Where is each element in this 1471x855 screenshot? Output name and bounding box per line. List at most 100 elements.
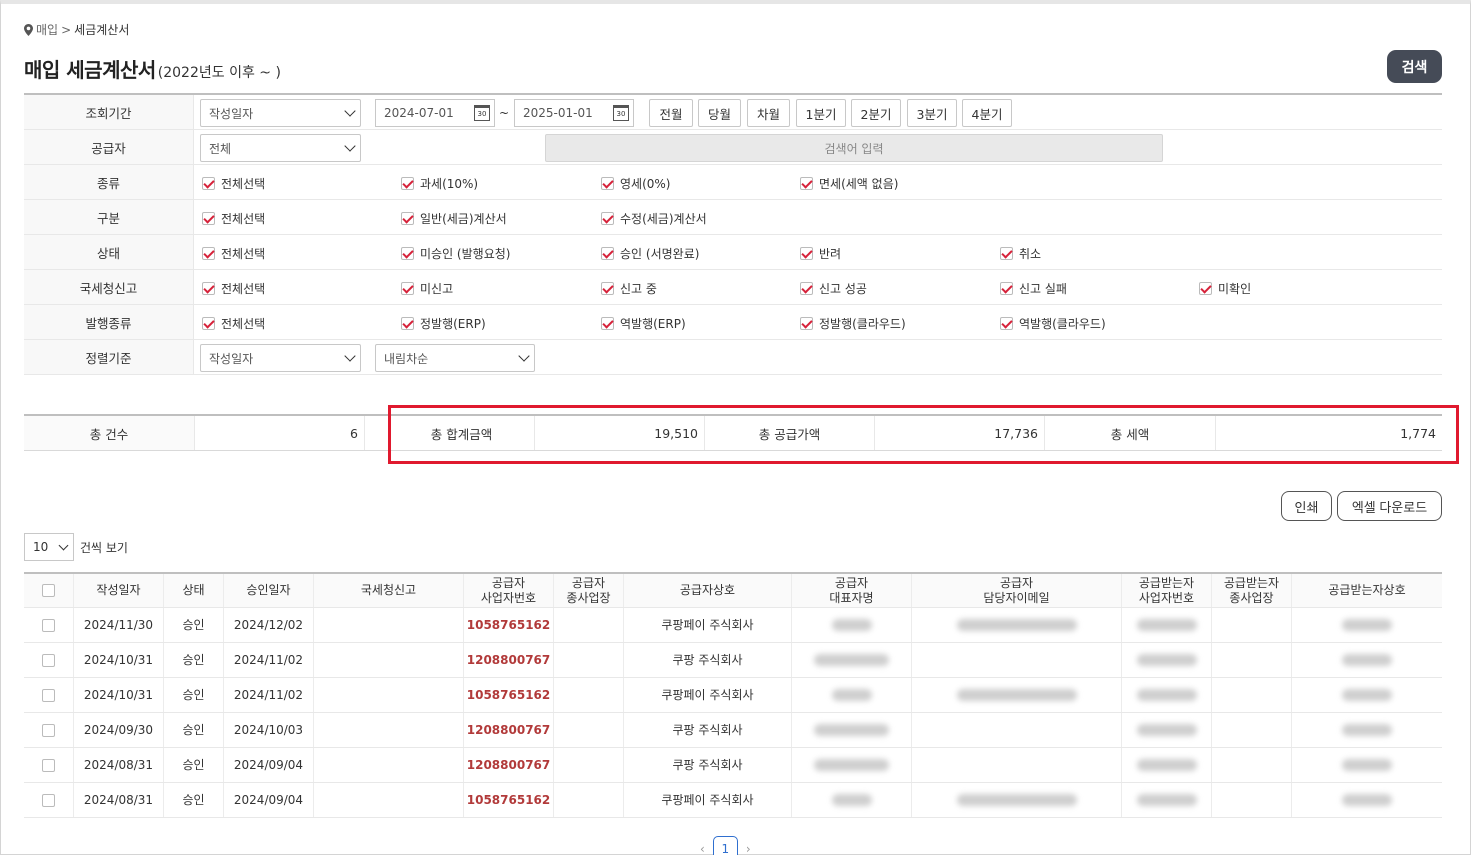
checked-checkbox-icon[interactable]	[1000, 317, 1013, 330]
header-cell[interactable]: 공급자 사업자번호	[464, 574, 554, 607]
row-select[interactable]	[24, 678, 74, 712]
issue-checkbox-all[interactable]: 전체선택	[202, 315, 265, 332]
row-select[interactable]	[24, 748, 74, 782]
calendar-icon[interactable]: 30	[613, 105, 629, 121]
header-cell[interactable]: 승인일자	[224, 574, 314, 607]
checked-checkbox-icon[interactable]	[800, 317, 813, 330]
sort-order-select[interactable]: 내림차순	[375, 344, 535, 372]
next-page-icon[interactable]: ›	[746, 842, 751, 855]
period-q2-button[interactable]: 2분기	[851, 99, 901, 127]
period-q4-button[interactable]: 4분기	[962, 99, 1012, 127]
issue-checkbox-forward-erp[interactable]: 정발행(ERP)	[401, 315, 486, 332]
row-select[interactable]	[24, 713, 74, 747]
start-date-input[interactable]: 2024-07-01 30	[375, 99, 495, 127]
checked-checkbox-icon[interactable]	[800, 177, 813, 190]
checked-checkbox-icon[interactable]	[601, 317, 614, 330]
prev-page-icon[interactable]: ‹	[700, 842, 705, 855]
table-row[interactable]: 2024/08/31 승인 2024/09/04 1208800767 쿠팡 주…	[24, 748, 1442, 783]
checkbox-icon[interactable]	[42, 793, 55, 807]
header-cell[interactable]: 공급받는자 종사업장	[1212, 574, 1292, 607]
header-cell[interactable]: 공급받는자 사업자번호	[1122, 574, 1212, 607]
header-select-all[interactable]	[24, 574, 74, 607]
header-cell[interactable]: 상태	[164, 574, 224, 607]
nts-checkbox-success[interactable]: 신고 성공	[800, 280, 867, 297]
checkbox-icon[interactable]	[42, 618, 55, 632]
checked-checkbox-icon[interactable]	[202, 317, 215, 330]
cell-biz-number[interactable]: 1208800767	[464, 713, 554, 747]
cell-biz-number[interactable]: 1058765162	[464, 678, 554, 712]
table-row[interactable]: 2024/11/30 승인 2024/12/02 1058765162 쿠팡페이…	[24, 608, 1442, 643]
division-checkbox-all[interactable]: 전체선택	[202, 210, 265, 227]
checked-checkbox-icon[interactable]	[601, 212, 614, 225]
nts-checkbox-not-reported[interactable]: 미신고	[401, 280, 453, 297]
checked-checkbox-icon[interactable]	[401, 317, 414, 330]
nts-checkbox-reporting[interactable]: 신고 중	[601, 280, 657, 297]
kind-checkbox-zero-rate[interactable]: 영세(0%)	[601, 175, 670, 192]
per-page-select[interactable]: 10	[24, 533, 74, 561]
table-row[interactable]: 2024/10/31 승인 2024/11/02 1208800767 쿠팡 주…	[24, 643, 1442, 678]
nts-checkbox-failed[interactable]: 신고 실패	[1000, 280, 1067, 297]
sort-field-select[interactable]: 작성일자	[200, 344, 361, 372]
checked-checkbox-icon[interactable]	[401, 247, 414, 260]
period-q3-button[interactable]: 3분기	[907, 99, 957, 127]
checked-checkbox-icon[interactable]	[202, 212, 215, 225]
kind-checkbox-taxable[interactable]: 과세(10%)	[401, 175, 478, 192]
division-checkbox-revised[interactable]: 수정(세금)계산서	[601, 210, 707, 227]
status-checkbox-approved[interactable]: 승인 (서명완료)	[601, 245, 699, 262]
checked-checkbox-icon[interactable]	[601, 177, 614, 190]
search-button[interactable]: 검색	[1387, 50, 1442, 83]
header-cell[interactable]: 공급받는자상호	[1292, 574, 1442, 607]
row-select[interactable]	[24, 608, 74, 642]
checked-checkbox-icon[interactable]	[401, 177, 414, 190]
status-checkbox-all[interactable]: 전체선택	[202, 245, 265, 262]
period-prev-month-button[interactable]: 전월	[649, 99, 693, 127]
division-checkbox-normal[interactable]: 일반(세금)계산서	[401, 210, 507, 227]
table-row[interactable]: 2024/10/31 승인 2024/11/02 1058765162 쿠팡페이…	[24, 678, 1442, 713]
header-cell[interactable]: 공급자상호	[624, 574, 792, 607]
supplier-search-input[interactable]: 검색어 입력	[545, 134, 1163, 162]
checked-checkbox-icon[interactable]	[1199, 282, 1212, 295]
cell-biz-number[interactable]: 1058765162	[464, 608, 554, 642]
issue-checkbox-forward-cloud[interactable]: 정발행(클라우드)	[800, 315, 906, 332]
header-cell[interactable]: 공급자 대표자명	[792, 574, 912, 607]
header-cell[interactable]: 작성일자	[74, 574, 164, 607]
kind-checkbox-exempt[interactable]: 면세(세액 없음)	[800, 175, 898, 192]
end-date-input[interactable]: 2025-01-01 30	[514, 99, 634, 127]
period-type-select[interactable]: 작성일자	[200, 99, 361, 127]
status-checkbox-unapproved[interactable]: 미승인 (발행요청)	[401, 245, 510, 262]
page-number-current[interactable]: 1	[712, 836, 738, 855]
period-this-month-button[interactable]: 당월	[698, 99, 741, 127]
kind-checkbox-all[interactable]: 전체선택	[202, 175, 265, 192]
period-q1-button[interactable]: 1분기	[796, 99, 846, 127]
checked-checkbox-icon[interactable]	[601, 282, 614, 295]
table-row[interactable]: 2024/09/30 승인 2024/10/03 1208800767 쿠팡 주…	[24, 713, 1442, 748]
calendar-icon[interactable]: 30	[474, 105, 490, 121]
checked-checkbox-icon[interactable]	[202, 247, 215, 260]
issue-checkbox-reverse-cloud[interactable]: 역발행(클라우드)	[1000, 315, 1106, 332]
cell-biz-number[interactable]: 1208800767	[464, 748, 554, 782]
checked-checkbox-icon[interactable]	[202, 282, 215, 295]
header-cell[interactable]: 국세청신고	[314, 574, 464, 607]
issue-checkbox-reverse-erp[interactable]: 역발행(ERP)	[601, 315, 686, 332]
checkbox-icon[interactable]	[42, 723, 55, 737]
checkbox-icon[interactable]	[42, 758, 55, 772]
status-checkbox-rejected[interactable]: 반려	[800, 245, 841, 262]
excel-download-button[interactable]: 엑셀 다운로드	[1337, 491, 1442, 521]
row-select[interactable]	[24, 783, 74, 817]
nts-checkbox-unconfirmed[interactable]: 미확인	[1199, 280, 1251, 297]
checkbox-icon[interactable]	[42, 653, 55, 667]
checked-checkbox-icon[interactable]	[202, 177, 215, 190]
checked-checkbox-icon[interactable]	[401, 212, 414, 225]
checked-checkbox-icon[interactable]	[800, 247, 813, 260]
cell-biz-number[interactable]: 1208800767	[464, 643, 554, 677]
print-button[interactable]: 인쇄	[1281, 491, 1332, 521]
checked-checkbox-icon[interactable]	[1000, 247, 1013, 260]
header-cell[interactable]: 공급자 종사업장	[554, 574, 624, 607]
header-cell[interactable]: 공급자 담당자이메일	[912, 574, 1122, 607]
checked-checkbox-icon[interactable]	[1000, 282, 1013, 295]
checked-checkbox-icon[interactable]	[800, 282, 813, 295]
table-row[interactable]: 2024/08/31 승인 2024/09/04 1058765162 쿠팡페이…	[24, 783, 1442, 818]
cell-biz-number[interactable]: 1058765162	[464, 783, 554, 817]
status-checkbox-cancelled[interactable]: 취소	[1000, 245, 1041, 262]
checkbox-icon[interactable]	[42, 584, 55, 597]
